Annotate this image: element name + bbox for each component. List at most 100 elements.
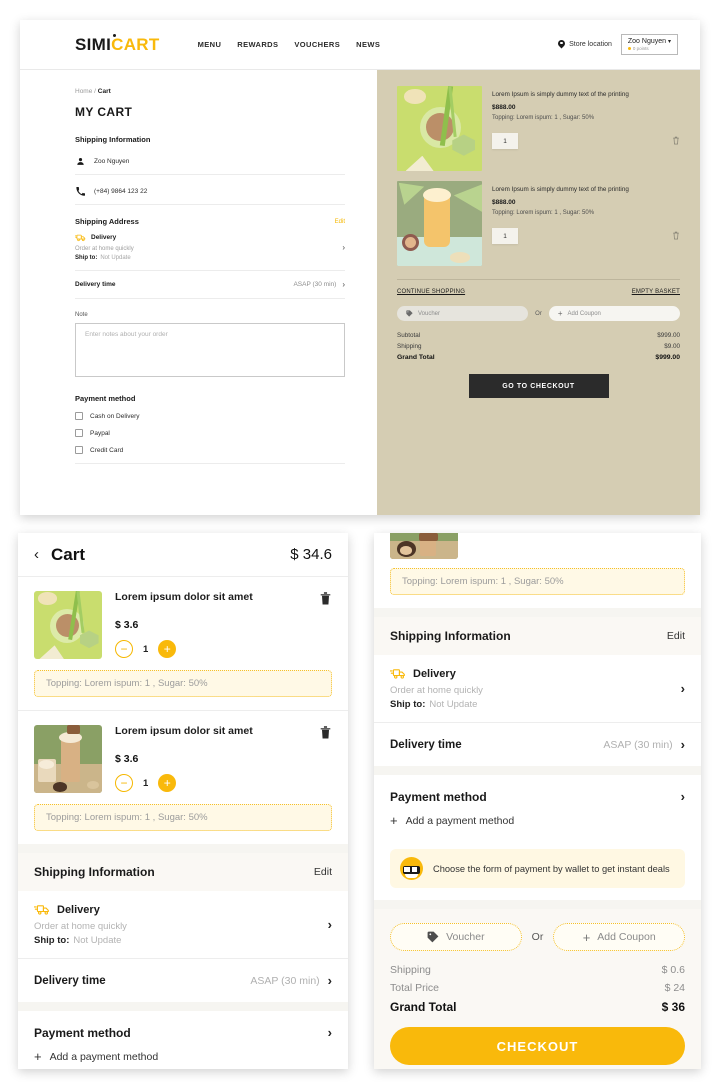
mobile-item-row: Lorem ipsum dolor sit amet $ 3.6 − 1 + <box>34 591 332 659</box>
shipping-value: $9.00 <box>664 343 680 350</box>
section-gap <box>18 1002 348 1011</box>
payment-method-header[interactable]: Payment method › <box>34 1025 332 1040</box>
store-location-button[interactable]: Store location <box>558 40 612 49</box>
delivery-title: Delivery <box>34 903 320 916</box>
delivery-time-row[interactable]: Delivery time ASAP (30 min) › <box>374 723 701 766</box>
divider <box>397 279 680 280</box>
payment-method-heading: Payment method <box>75 394 136 403</box>
user-name-label: Zoo Nguyen ▾ <box>628 38 671 46</box>
back-arrow-icon[interactable]: ‹ <box>34 547 39 562</box>
delivery-time-row[interactable]: Delivery time ASAP (30 min) › <box>75 271 345 299</box>
phone-icon <box>75 187 86 196</box>
quantity-value: 1 <box>143 777 149 789</box>
nav-item-news[interactable]: NEWS <box>356 40 380 49</box>
note-input[interactable]: Enter notes about your order <box>75 323 345 377</box>
cart-action-links: CONTINUE SHOPPING EMPTY BASKET <box>397 289 680 295</box>
user-account-dropdown[interactable]: Zoo Nguyen ▾ 0 points <box>620 33 678 56</box>
ship-to-value: Not Update <box>100 255 131 261</box>
payment-option-credit-card[interactable]: Credit Card <box>75 446 345 454</box>
payment-method-header[interactable]: Payment method › <box>390 789 685 804</box>
decrease-quantity-button[interactable]: − <box>115 640 133 658</box>
plus-icon: + <box>582 929 591 945</box>
voucher-input[interactable]: Voucher <box>390 923 522 951</box>
quantity-input[interactable]: 1 <box>492 228 518 245</box>
plus-icon: + <box>390 813 398 828</box>
total-price-value: $ 24 <box>664 982 685 994</box>
product-topping[interactable]: Topping: Lorem ispum: 1 , Sugar: 50% <box>34 804 332 831</box>
product-topping[interactable]: Topping: Lorem ispum: 1 , Sugar: 50% <box>34 670 332 697</box>
edit-shipping-link[interactable]: Edit <box>314 866 332 878</box>
product-qty-row: 1 <box>492 132 680 150</box>
delivery-label: Delivery <box>413 667 456 680</box>
desktop-cart-item: Lorem Ipsum is simply dummy text of the … <box>397 181 680 276</box>
shipping-information-header: Shipping Information Edit <box>18 853 348 891</box>
delivery-time-row[interactable]: Delivery time ASAP (30 min) › <box>18 959 348 1002</box>
total-price-label: Total Price <box>390 982 440 994</box>
site-logo[interactable]: SIMICART <box>75 33 160 55</box>
edit-shipping-link[interactable]: Edit <box>667 630 685 642</box>
edit-address-link[interactable]: Edit <box>335 219 345 225</box>
delete-item-button[interactable] <box>313 725 332 745</box>
payment-option-cash-on-delivery[interactable]: Cash on Delivery <box>75 412 345 420</box>
quantity-value: 1 <box>143 643 149 655</box>
delivery-method-row[interactable]: Delivery Order at home quickly Ship to: N… <box>18 891 348 958</box>
quantity-stepper: − 1 + <box>115 774 332 792</box>
product-topping[interactable]: Topping: Lorem ispum: 1 , Sugar: 50% <box>390 568 685 595</box>
continue-shopping-link[interactable]: CONTINUE SHOPPING <box>397 289 465 295</box>
ship-to-row: Ship to: Not Update <box>390 699 673 710</box>
total-price-row: Total Price $ 24 <box>390 982 685 994</box>
product-art <box>34 591 102 659</box>
shipping-row: Shipping $ 0.6 <box>390 964 685 976</box>
checkbox-icon[interactable] <box>75 429 83 437</box>
delete-item-button[interactable] <box>672 227 680 245</box>
add-coupon-button[interactable]: + Add Coupon <box>553 923 686 951</box>
product-topping: Topping: Lorem ispum: 1 , Sugar: 50% <box>492 210 595 217</box>
product-price: $888.00 <box>492 104 516 112</box>
go-to-checkout-button[interactable]: GO TO CHECKOUT <box>468 374 609 398</box>
delivery-method-row[interactable]: Delivery Order at home quickly Ship to: N… <box>374 655 701 722</box>
shipping-value: $ 0.6 <box>661 964 685 976</box>
add-payment-method-button[interactable]: + Add a payment method <box>390 814 685 827</box>
delete-item-button[interactable] <box>313 591 332 611</box>
delivery-time-value: ASAP (30 min) <box>250 974 320 987</box>
nav-item-rewards[interactable]: REWARDS <box>237 40 278 49</box>
empty-basket-link[interactable]: EMPTY BASKET <box>632 289 680 295</box>
breadcrumb-home[interactable]: Home <box>75 88 92 95</box>
delivery-time-value: ASAP (30 min) <box>293 281 337 288</box>
truck-icon <box>75 234 86 242</box>
shipping-label: Shipping <box>390 964 431 976</box>
quantity-input[interactable]: 1 <box>492 133 518 150</box>
voucher-row: Voucher Or + Add Coupon <box>397 306 681 321</box>
checkbox-icon[interactable] <box>75 446 83 454</box>
wallet-promo-banner[interactable]: Choose the form of payment by wallet to … <box>390 849 685 888</box>
nav-item-vouchers[interactable]: VOUCHERS <box>294 40 340 49</box>
decrease-quantity-button[interactable]: − <box>115 774 133 792</box>
chevron-right-icon: › <box>342 242 345 252</box>
shipping-row: Shipping $9.00 <box>397 343 680 350</box>
chevron-right-icon: › <box>327 917 332 932</box>
delete-item-button[interactable] <box>672 132 680 150</box>
payment-option-paypal[interactable]: Paypal <box>75 429 345 437</box>
product-topping: Topping: Lorem ispum: 1 , Sugar: 50% <box>492 115 595 122</box>
increase-quantity-button[interactable]: + <box>158 640 177 658</box>
subtotal-value: $999.00 <box>657 332 680 339</box>
product-art <box>390 533 458 559</box>
product-price: $ 3.6 <box>115 619 139 631</box>
checkbox-icon[interactable] <box>75 412 83 420</box>
add-coupon-button[interactable]: + Add Coupon <box>548 306 681 321</box>
location-pin-icon <box>558 40 565 49</box>
product-image <box>397 86 482 171</box>
desktop-body: Home / Cart MY CART Shipping Information… <box>20 70 700 515</box>
plus-icon: + <box>34 1049 42 1064</box>
add-payment-method-button[interactable]: + Add a payment method <box>34 1050 332 1063</box>
increase-quantity-button[interactable]: + <box>158 774 177 792</box>
product-art <box>34 725 102 793</box>
nav-item-menu[interactable]: MENU <box>198 40 222 49</box>
shipping-address-header: Shipping Address Edit <box>75 217 345 226</box>
delivery-subtitle: Order at home quickly <box>390 685 483 696</box>
checkout-button[interactable]: CHECKOUT <box>390 1027 685 1065</box>
delivery-method-row[interactable]: Delivery Order at home quickly Ship to: N… <box>75 233 345 271</box>
mobile-item-info: Lorem ipsum dolor sit amet $ 3.6 − 1 + <box>115 591 332 659</box>
voucher-input[interactable]: Voucher <box>397 306 529 321</box>
customer-name-row: Zoo Nguyen <box>75 153 345 175</box>
